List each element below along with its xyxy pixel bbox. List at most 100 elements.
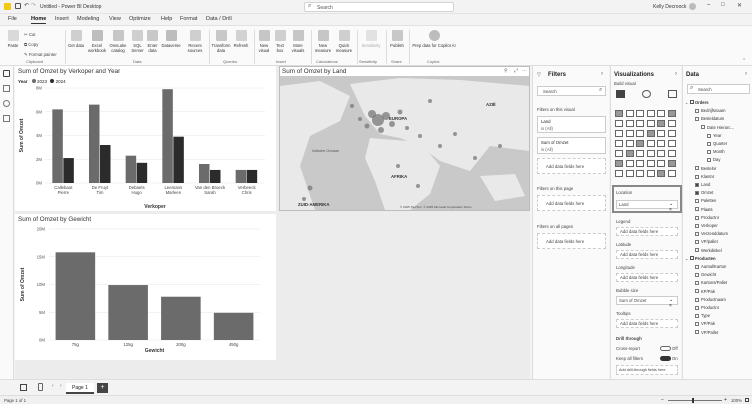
field-item[interactable]: Verzenddatum [695,230,728,238]
cut-button[interactable]: ✂ Cut [24,32,36,38]
paste-button[interactable]: Paste [6,30,20,48]
collapse-data-icon[interactable]: › [745,71,747,77]
collapse-viz-icon[interactable]: › [675,71,677,77]
format-painter-button[interactable]: ✎ Format painter [24,52,57,58]
field-checkbox[interactable] [695,174,699,179]
field-item[interactable]: Verkoper [695,222,718,230]
avatar[interactable] [689,3,696,10]
visual-type-icon[interactable] [646,130,655,137]
visual-type-icon[interactable] [615,120,623,127]
publish-button[interactable]: Publish [388,30,406,48]
location-field[interactable]: Land ⌄ × [616,200,678,213]
field-checkbox[interactable] [695,232,699,237]
visual-type-icon[interactable] [615,150,623,157]
visual-type-icon[interactable] [636,140,644,147]
tab-format[interactable]: Format [180,16,197,22]
longitude-well[interactable]: Add data fields here [616,273,678,282]
table-node[interactable]: ⌄ Orders [685,99,709,107]
visual-type-icon[interactable] [615,130,623,137]
quick-measure-button[interactable]: Quick measure [334,30,354,53]
visual-type-icon[interactable] [657,110,665,117]
field-item[interactable]: Kartons/Pallet [695,279,727,287]
visual-type-icon[interactable] [667,110,676,117]
visual-type-icon[interactable] [646,120,655,127]
visual-type-icon[interactable] [636,130,644,137]
more-visuals-button[interactable]: More visuals [288,30,308,53]
visual-omzet-gewicht[interactable]: Sum of Omzet by Gewicht 0M 5M 10M 15M 20M 75g… [15,214,276,360]
visual-type-icon[interactable] [615,110,623,117]
report-icon[interactable] [20,384,27,391]
save-icon[interactable] [15,3,21,9]
visual-type-icon[interactable] [657,120,665,127]
visual-type-icon[interactable] [625,170,634,177]
field-item[interactable]: Gewicht [695,271,716,279]
prev-page-icon[interactable]: ‹ [52,383,54,389]
field-item[interactable]: Klantnr [695,173,714,181]
field-checkbox[interactable] [707,150,711,155]
field-checkbox[interactable] [695,207,699,212]
field-checkbox[interactable] [695,305,699,310]
visual-type-icon[interactable] [667,150,676,157]
field-checkbox[interactable] [695,330,699,335]
tab-modeling[interactable]: Modeling [77,16,99,22]
field-item[interactable]: Productnaam [695,296,726,304]
visual-type-icon[interactable] [667,170,676,177]
expand-icon[interactable]: ⌄ [685,100,689,105]
visual-type-icon[interactable] [646,160,655,167]
visual-type-icon[interactable] [625,130,634,137]
visual-type-icon[interactable] [657,170,665,177]
tab-file[interactable]: File [8,16,17,22]
visual-type-icon[interactable] [646,110,655,117]
build-visual-icon[interactable] [616,90,625,98]
more-options-icon[interactable]: … [522,67,527,73]
chevron-down-icon[interactable]: ⌄ × [669,297,677,309]
field-item[interactable]: Besteldatum [695,115,724,123]
field-checkbox[interactable] [695,314,699,319]
visual-type-icon[interactable] [625,150,634,157]
tooltips-well[interactable]: Add data fields here [616,319,678,328]
get-data-button[interactable]: Get data [67,30,85,48]
tab-home[interactable]: Home [31,16,47,24]
mobile-layout-icon[interactable] [38,383,43,391]
visual-type-icon[interactable] [636,150,644,157]
field-checkbox[interactable] [695,322,699,327]
tab-help[interactable]: Help [161,16,172,22]
chevron-down-icon[interactable]: ⌄ × [669,201,677,213]
zoom-slider[interactable] [668,400,722,401]
focus-mode-icon[interactable]: ⤢ [514,68,518,74]
field-checkbox[interactable] [707,133,711,138]
next-page-icon[interactable]: › [60,383,62,389]
field-checkbox[interactable] [707,141,711,146]
field-checkbox[interactable] [695,109,699,114]
field-item[interactable]: Day [707,156,720,164]
map-canvas[interactable]: EUROPA AZIË AFRIKA ZUID-AMERIKA Indische… [280,76,529,210]
visual-type-icon[interactable] [636,120,644,127]
visual-type-icon[interactable] [667,130,676,137]
field-item[interactable]: VP/Pallet [695,329,718,337]
table-node[interactable]: ⌄ Producten [685,255,716,263]
visual-type-icon[interactable] [625,120,634,127]
field-item[interactable]: Werkdinkel [695,247,722,255]
field-checkbox[interactable] [707,158,711,163]
field-item[interactable]: VP/Pak [695,320,715,328]
visual-type-icon[interactable] [657,160,665,167]
field-item[interactable]: VP/pallet [695,238,718,246]
visual-type-icon[interactable] [636,170,644,177]
filters-search[interactable]: Search ⌕ [537,86,606,96]
add-data-fields-visual[interactable]: Add data fields here [537,158,606,174]
visual-type-icon[interactable] [625,140,634,147]
visual-type-icon[interactable] [657,140,665,147]
visual-type-icon[interactable] [667,140,676,147]
field-checkbox[interactable] [695,215,699,220]
format-visual-icon[interactable] [642,90,651,98]
close-icon[interactable]: ✕ [737,2,742,9]
add-page-button[interactable]: + [97,383,108,393]
field-item[interactable]: Omzet [695,189,713,197]
expand-icon[interactable]: ⌄ [685,256,689,261]
field-item[interactable]: Type [695,312,710,320]
redo-icon[interactable]: ↷ [31,2,36,9]
field-item[interactable]: Year [707,132,721,140]
field-item[interactable]: Plaats [695,206,713,214]
field-item[interactable]: Productnr [695,214,719,222]
undo-icon[interactable]: ↶ [24,2,29,9]
